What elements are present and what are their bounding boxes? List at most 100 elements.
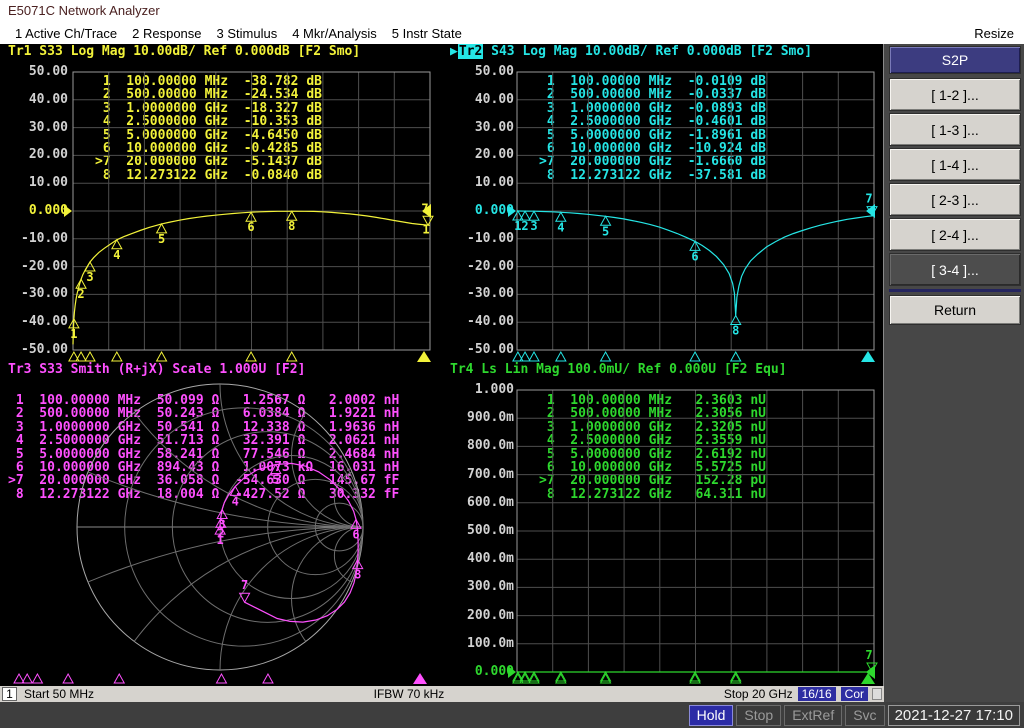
resize-button[interactable]: Resize — [974, 26, 1014, 41]
menu-item-1[interactable]: 1 Active Ch/Trace — [15, 26, 117, 41]
tr4-marker-row-3: 3 1.0000000 GHz 2.3205 nU — [539, 421, 766, 434]
tr4-y-axis-label-4: 600.0m — [448, 496, 514, 510]
tr1-marker-row-2: 2 500.00000 MHz -24.534 dB — [95, 88, 322, 101]
tr2-y-axis-label-5: 0.000 — [448, 204, 514, 218]
softkey-1-3[interactable]: [ 1-3 ]... — [889, 113, 1021, 146]
tr1-y-axis-label-8: -30.00 — [2, 287, 68, 301]
tr3-marker-row-8: 8 12.273122 GHz 18.004 Ω -427.52 Ω 30.33… — [8, 488, 399, 501]
softkey-sidebar: S2P [ 1-2 ]...[ 1-3 ]...[ 1-4 ]...[ 2-3 ]… — [884, 44, 1024, 702]
tr3-marker-row-6: 6 10.000000 GHz 894.43 Ω 1.0073 kΩ 16.03… — [8, 461, 399, 474]
tr4-marker-row-8: 8 12.273122 GHz 64.311 nU — [539, 488, 766, 501]
app-title: E5071C Network Analyzer — [8, 3, 160, 18]
tr3-marker-row-3: 3 1.0000000 GHz 50.541 Ω 12.338 Ω 1.9636… — [8, 421, 399, 434]
sweep-stop-label: Stop 20 GHz — [724, 687, 793, 701]
softkey-3-4[interactable]: [ 3-4 ]... — [889, 253, 1021, 286]
tr1-marker-row-6: 6 10.000000 GHz -0.4285 dB — [95, 142, 322, 155]
tr2-y-axis-label-1: 40.00 — [448, 93, 514, 107]
points-badge: 16/16 — [798, 687, 836, 701]
tr4-y-axis-label-6: 400.0m — [448, 552, 514, 566]
tr2-marker-row-3: 3 1.0000000 GHz -0.0893 dB — [539, 102, 766, 115]
chart-area: Tr1 S33 Log Mag 10.00dB/ Ref 0.000dB [F2… — [0, 44, 884, 686]
tr3-marker-row-7: >7 20.000000 GHz 36.058 Ω -54.630 Ω 145.… — [8, 474, 399, 487]
tr4-y-axis-label-0: 1.000 — [448, 383, 514, 397]
tr2-marker-row-7: >7 20.000000 GHz -1.6660 dB — [539, 155, 766, 168]
tr2-y-axis-label-7: -20.00 — [448, 260, 514, 274]
tr1-y-axis-label-9: -40.00 — [2, 315, 68, 329]
chart-text-layer: Tr1 S33 Log Mag 10.00dB/ Ref 0.000dB [F2… — [0, 44, 884, 686]
instrument-status-bar: Hold Stop ExtRef Svc 2021-12-27 17:10 — [0, 702, 1024, 728]
sweep-start-label: Start 50 MHz — [24, 687, 94, 701]
active-trace-arrow-icon: ▶ — [450, 44, 458, 59]
channel-status-bar: 1 Start 50 MHz IFBW 70 kHz Stop 20 GHz 1… — [0, 686, 884, 702]
tr2-header: ▶Tr2 S43 Log Mag 10.00dB/ Ref 0.000dB [F… — [450, 45, 812, 58]
menu-item-4[interactable]: 4 Mkr/Analysis — [292, 26, 377, 41]
menu-item-5[interactable]: 5 Instr State — [392, 26, 462, 41]
tr3-header: Tr3 S33 Smith (R+jX) Scale 1.000U [F2] — [8, 363, 305, 376]
tr1-marker-row-1: 1 100.00000 MHz -38.782 dB — [95, 75, 322, 88]
tr2-y-axis-label-3: 20.00 — [448, 148, 514, 162]
tr4-y-axis-label-7: 300.0m — [448, 580, 514, 594]
tr1-header: Tr1 S33 Log Mag 10.00dB/ Ref 0.000dB [F2… — [8, 45, 360, 58]
tr1-marker-row-7: >7 20.000000 GHz -5.1437 dB — [95, 155, 322, 168]
tr2-marker-row-2: 2 500.00000 MHz -0.0337 dB — [539, 88, 766, 101]
tr2-y-axis-label-9: -40.00 — [448, 315, 514, 329]
tr4-marker-row-4: 4 2.5000000 GHz 2.3559 nU — [539, 434, 766, 447]
datetime-display: 2021-12-27 17:10 — [888, 705, 1020, 726]
main-area: Tr1 S33 Log Mag 10.00dB/ Ref 0.000dB [F2… — [0, 44, 1024, 702]
softkey-2-3[interactable]: [ 2-3 ]... — [889, 183, 1021, 216]
tr4-y-axis-label-3: 700.0m — [448, 468, 514, 482]
tr3-marker-row-2: 2 500.00000 MHz 50.243 Ω 6.0384 Ω 1.9221… — [8, 407, 399, 420]
tr1-y-axis-label-1: 40.00 — [2, 93, 68, 107]
channel-number: 1 — [2, 687, 17, 701]
menu-item-2[interactable]: 2 Response — [132, 26, 201, 41]
tr4-y-axis-label-5: 500.0m — [448, 524, 514, 538]
hold-indicator: Hold — [689, 705, 734, 726]
softkey-2-4[interactable]: [ 2-4 ]... — [889, 218, 1021, 251]
extref-indicator: ExtRef — [784, 705, 842, 726]
tr2-y-axis-label-8: -30.00 — [448, 287, 514, 301]
left-column: Tr1 S33 Log Mag 10.00dB/ Ref 0.000dB [F2… — [0, 44, 884, 702]
tr2-marker-row-6: 6 10.000000 GHz -10.924 dB — [539, 142, 766, 155]
tr4-marker-row-6: 6 10.000000 GHz 5.5725 nU — [539, 461, 766, 474]
softkey-1-4[interactable]: [ 1-4 ]... — [889, 148, 1021, 181]
tr1-marker-row-8: 8 12.273122 GHz -0.0840 dB — [95, 169, 322, 182]
tr1-y-axis-label-0: 50.00 — [2, 65, 68, 79]
tr1-y-axis-label-10: -50.00 — [2, 343, 68, 357]
menu-items: 1 Active Ch/Trace 2 Response 3 Stimulus 4 M… — [0, 26, 462, 41]
menu-item-3[interactable]: 3 Stimulus — [217, 26, 278, 41]
tr1-y-axis-label-7: -20.00 — [2, 260, 68, 274]
tr4-marker-row-1: 1 100.00000 MHz 2.3603 nU — [539, 394, 766, 407]
tr4-y-axis-label-10: 0.000 — [448, 665, 514, 679]
tr1-marker-row-4: 4 2.5000000 GHz -10.353 dB — [95, 115, 322, 128]
tr1-y-axis-label-3: 20.00 — [2, 148, 68, 162]
active-trace-badge: Tr2 — [458, 44, 483, 59]
tr2-y-axis-label-6: -10.00 — [448, 232, 514, 246]
menu-bar: 1 Active Ch/Trace 2 Response 3 Stimulus 4 M… — [0, 22, 1024, 44]
tr4-header: Tr4 Ls Lin Mag 100.0mU/ Ref 0.000U [F2 E… — [450, 363, 787, 376]
softkey-s2p[interactable]: S2P — [889, 46, 1021, 74]
stop-indicator: Stop — [736, 705, 781, 726]
tr4-y-axis-label-1: 900.0m — [448, 411, 514, 425]
tr2-y-axis-label-0: 50.00 — [448, 65, 514, 79]
softkey-separator — [889, 289, 1021, 292]
tr1-y-axis-label-6: -10.00 — [2, 232, 68, 246]
tr3-marker-row-1: 1 100.00000 MHz 50.099 Ω 1.2567 Ω 2.0002… — [8, 394, 399, 407]
tr4-y-axis-label-2: 800.0m — [448, 439, 514, 453]
tr4-marker-row-5: 5 5.0000000 GHz 2.6192 nU — [539, 448, 766, 461]
tr4-y-axis-label-9: 100.0m — [448, 637, 514, 651]
correction-badge: Cor — [841, 687, 868, 701]
tr2-y-axis-label-2: 30.00 — [448, 121, 514, 135]
tr1-marker-row-3: 3 1.0000000 GHz -18.327 dB — [95, 102, 322, 115]
tr3-marker-row-5: 5 5.0000000 GHz 58.241 Ω 77.546 Ω 2.4684… — [8, 448, 399, 461]
window-title: E5071C Network Analyzer — [0, 0, 1024, 22]
tr4-y-axis-label-8: 200.0m — [448, 609, 514, 623]
softkey-return[interactable]: Return — [889, 295, 1021, 325]
softkey-1-2[interactable]: [ 1-2 ]... — [889, 78, 1021, 111]
tr3-marker-row-4: 4 2.5000000 GHz 51.713 Ω 32.391 Ω 2.0621… — [8, 434, 399, 447]
tr1-marker-row-5: 5 5.0000000 GHz -4.6450 dB — [95, 129, 322, 142]
tr4-marker-row-2: 2 500.00000 MHz 2.3056 nU — [539, 407, 766, 420]
tr2-marker-row-8: 8 12.273122 GHz -37.581 dB — [539, 169, 766, 182]
tr2-y-axis-label-4: 10.00 — [448, 176, 514, 190]
tr1-y-axis-label-5: 0.000 — [2, 204, 68, 218]
sidebar-filler — [889, 327, 1021, 702]
